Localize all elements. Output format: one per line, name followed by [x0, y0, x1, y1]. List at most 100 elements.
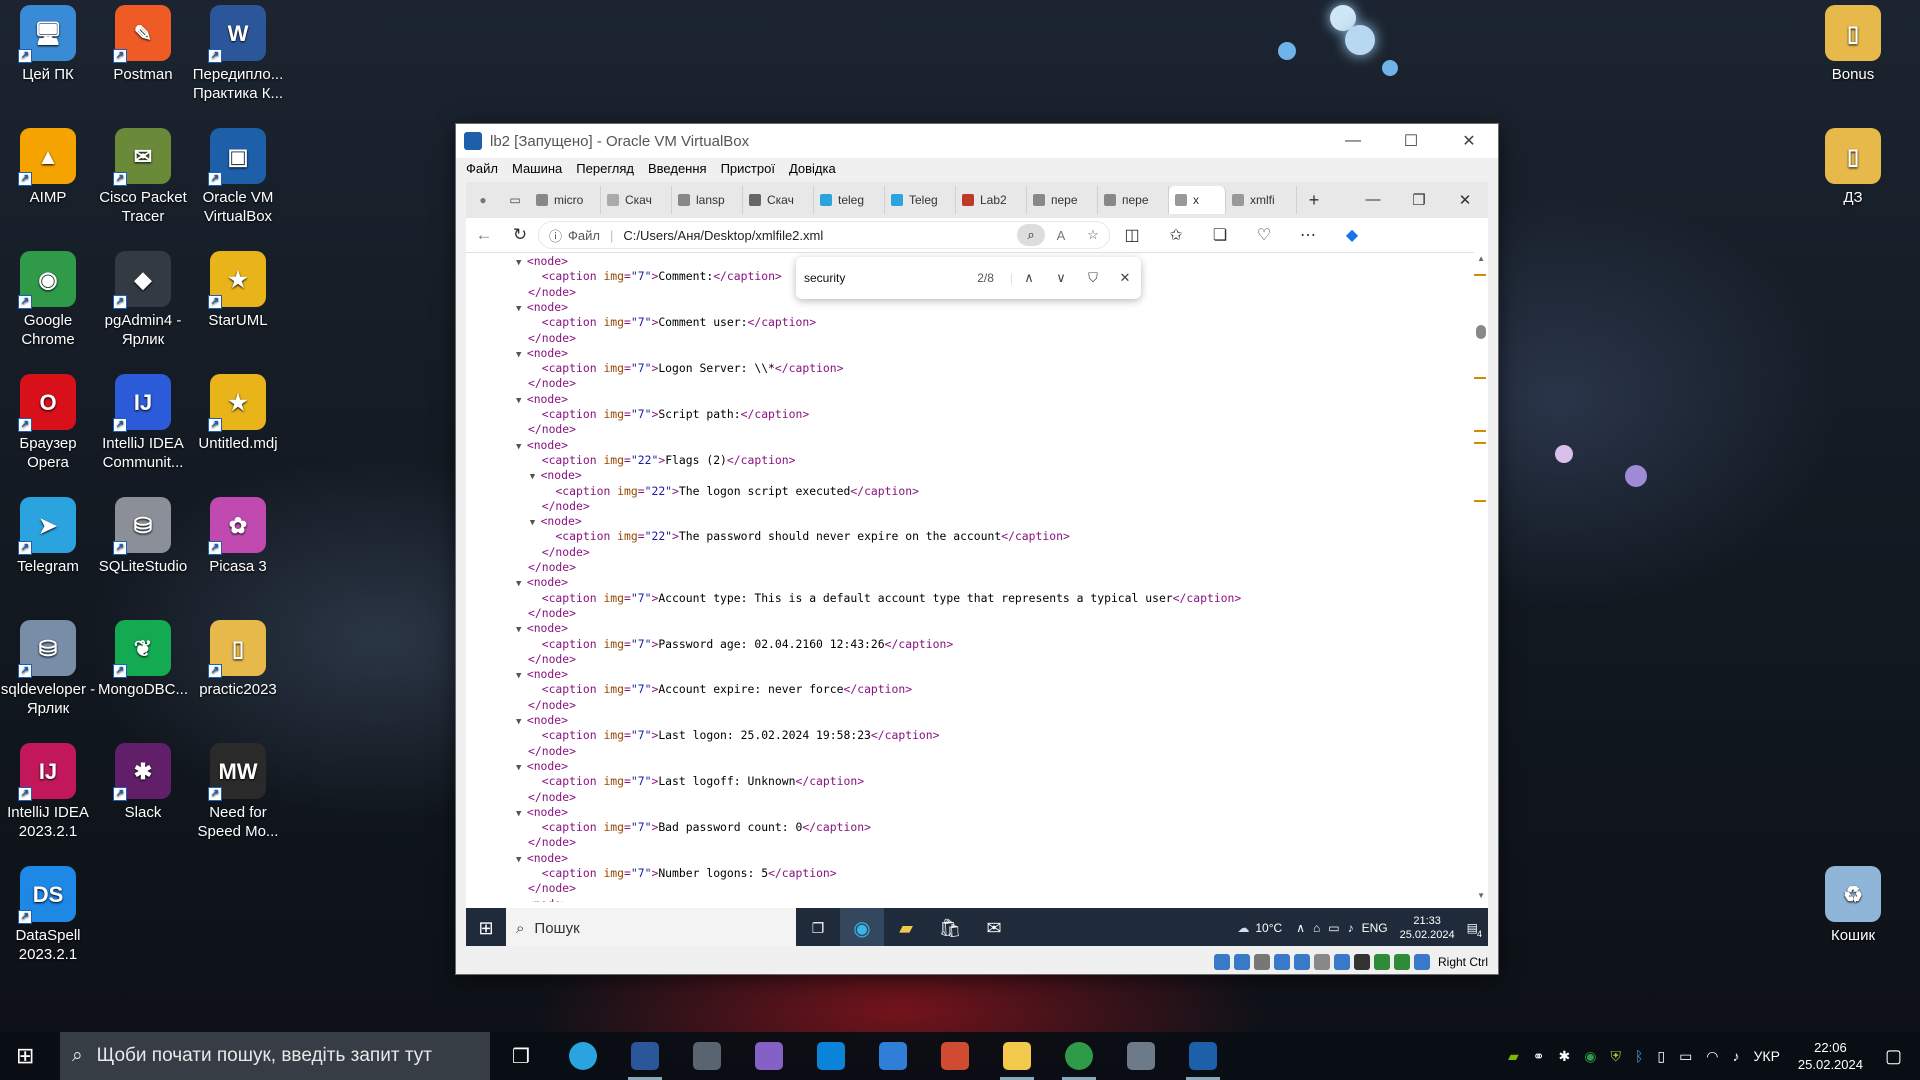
vm-titlebar[interactable]: lb2 [Запущено] - Oracle VM VirtualBox — … — [456, 124, 1498, 158]
refresh-button[interactable]: ↻ — [502, 225, 538, 245]
collapse-toggle-icon[interactable]: ▼ — [516, 763, 527, 773]
desktop-icon[interactable]: IJ ↗ IntelliJ IDEA Communit... — [95, 374, 191, 472]
taskbar-visual-studio-icon[interactable] — [738, 1032, 800, 1080]
collapse-toggle-icon[interactable]: ▼ — [530, 472, 541, 482]
host-volume-icon[interactable]: ♪ — [1733, 1048, 1740, 1064]
browser-tab[interactable]: teleg — [814, 186, 885, 214]
browser-restore-button[interactable]: ❐ — [1396, 191, 1442, 209]
browser-minimize-button[interactable]: — — [1350, 191, 1396, 209]
guest-clock[interactable]: 21:33 25.02.2024 — [1400, 914, 1455, 942]
collapse-toggle-icon[interactable]: ▼ — [516, 258, 527, 268]
taskbar-virtualbox-icon[interactable] — [1110, 1032, 1172, 1080]
find-input[interactable]: security — [796, 271, 977, 285]
browser-tab[interactable]: Teleg — [885, 186, 956, 214]
favorite-star-icon[interactable]: ☆ — [1077, 227, 1109, 243]
desktop-icon[interactable]: ✎ ↗ Postman — [95, 5, 191, 84]
browser-tab[interactable]: пере — [1027, 186, 1098, 214]
taskbar-explorer-icon[interactable] — [986, 1032, 1048, 1080]
desktop-icon[interactable]: ▲ ↗ AIMP — [0, 128, 96, 207]
browser-tab[interactable]: xmlfi — [1226, 186, 1297, 214]
desktop-icon[interactable]: ❦ ↗ MongoDBC... — [95, 620, 191, 699]
desktop-icon[interactable]: MW ↗ Need for Speed Mo... — [190, 743, 286, 841]
scroll-down-arrow[interactable]: ▼ — [1477, 891, 1485, 900]
collapse-toggle-icon[interactable]: ▼ — [516, 901, 527, 902]
guest-edge-icon[interactable]: ◉ — [840, 908, 884, 946]
vm-menu-item[interactable]: Довідка — [789, 161, 836, 176]
tab-active[interactable]: x — [1169, 186, 1226, 214]
vm-menu-item[interactable]: Машина — [512, 161, 562, 176]
desktop-icon[interactable]: ♻ Кошик — [1805, 866, 1901, 945]
tab-actions-icon[interactable]: ▭ — [500, 193, 530, 207]
host-clock[interactable]: 22:06 25.02.2024 — [1798, 1039, 1863, 1073]
maximize-button[interactable]: ☐ — [1382, 124, 1440, 158]
desktop-icon[interactable]: ⛁ ↗ SQLiteStudio — [95, 497, 191, 576]
collapse-toggle-icon[interactable]: ▼ — [516, 350, 527, 360]
vm-hdd-icon[interactable] — [1213, 954, 1230, 970]
close-button[interactable]: ✕ — [1440, 124, 1498, 158]
find-in-page-icon[interactable]: ⌕ — [1017, 224, 1045, 246]
guest-taskview-icon[interactable]: ❐ — [796, 920, 840, 937]
guest-mail-icon[interactable]: ✉ — [972, 918, 1016, 939]
vm-optical-icon[interactable] — [1233, 954, 1250, 970]
scroll-up-arrow[interactable]: ▲ — [1477, 254, 1485, 263]
guest-screen[interactable]: ● ▭ micro Скач lansp Скач teleg Teleg Lab2 пере… — [466, 182, 1488, 946]
start-button[interactable]: ⊞ — [16, 1043, 34, 1069]
scroll-thumb[interactable] — [1476, 325, 1486, 339]
collapse-toggle-icon[interactable]: ▼ — [516, 579, 527, 589]
new-tab-button[interactable]: + — [1297, 190, 1331, 211]
desktop-icon[interactable]: ⛁ ↗ sqldeveloper - Ярлик — [0, 620, 96, 718]
guest-lang[interactable]: ENG — [1362, 921, 1388, 935]
tray-shield-icon[interactable]: ⛨ — [1610, 1048, 1621, 1065]
guest-explorer-icon[interactable]: ▰ — [884, 918, 928, 939]
copilot-icon[interactable]: ◆ — [1330, 225, 1374, 245]
vm-menu-item[interactable]: Введення — [648, 161, 707, 176]
vm-menu-item[interactable]: Пристрої — [721, 161, 775, 176]
wifi-icon[interactable]: ◠ — [1706, 1048, 1718, 1065]
guest-store-icon[interactable]: 🛍 — [928, 918, 972, 939]
address-bar[interactable]: ⓘ Файл | C:/Users/Аня/Desktop/xmlfile2.x… — [538, 221, 1110, 249]
vm-guest-additions-icon[interactable] — [1393, 954, 1410, 970]
weather-temp[interactable]: 10°C — [1255, 921, 1282, 935]
desktop-icon[interactable]: DS ↗ DataSpell 2023.2.1 — [0, 866, 96, 964]
find-next-button[interactable]: ∨ — [1045, 270, 1077, 286]
more-menu-icon[interactable]: ⋯ — [1286, 225, 1330, 245]
find-close-button[interactable]: ✕ — [1109, 270, 1141, 286]
collections-icon[interactable]: ❏ — [1198, 225, 1242, 245]
browser-tab[interactable]: Скач — [601, 186, 672, 214]
desktop-icon[interactable]: W ↗ Передипло... Практика К... — [190, 5, 286, 103]
taskbar-office-icon[interactable] — [924, 1032, 986, 1080]
minimize-button[interactable]: — — [1324, 124, 1382, 158]
desktop-icon[interactable]: O ↗ Браузер Opera — [0, 374, 96, 472]
taskbar-azure-icon[interactable] — [862, 1032, 924, 1080]
desktop-icon[interactable]: ✉ ↗ Cisco Packet Tracer — [95, 128, 191, 226]
vm-cpu-icon[interactable] — [1373, 954, 1390, 970]
collapse-toggle-icon[interactable]: ▼ — [516, 809, 527, 819]
guest-search-box[interactable]: ⌕ Пошук — [506, 908, 796, 946]
taskbar-telegram-icon[interactable] — [552, 1032, 614, 1080]
collapse-toggle-icon[interactable]: ▼ — [516, 717, 527, 727]
guest-start-button[interactable]: ⊞ — [466, 918, 506, 939]
desktop-icon[interactable]: ✿ ↗ Picasa 3 — [190, 497, 286, 576]
notification-icon[interactable]: ▤ 4 — [1467, 921, 1482, 939]
tray-chrome-icon[interactable]: ◉ — [1584, 1048, 1596, 1065]
vm-menu-item[interactable]: Перегляд — [576, 161, 634, 176]
volume-icon[interactable]: ♪ — [1348, 921, 1354, 935]
read-aloud-icon[interactable]: A — [1045, 228, 1077, 243]
tray-link-icon[interactable]: ⚭ — [1533, 1048, 1545, 1065]
tray-app-icon[interactable]: ✱ — [1558, 1048, 1570, 1065]
browser-tab[interactable]: micro — [530, 186, 601, 214]
taskbar-app-icon[interactable] — [676, 1032, 738, 1080]
usb-icon[interactable]: ▯ — [1657, 1048, 1665, 1065]
browser-tab[interactable]: Lab2 — [956, 186, 1027, 214]
vm-shared-folder-icon[interactable] — [1313, 954, 1330, 970]
network-icon[interactable]: ▭ — [1328, 921, 1339, 935]
collapse-toggle-icon[interactable]: ▼ — [516, 855, 527, 865]
bluetooth-icon[interactable]: ᛒ — [1635, 1048, 1643, 1064]
desktop-icon[interactable]: ★ ↗ StarUML — [190, 251, 286, 330]
collapse-toggle-icon[interactable]: ▼ — [516, 442, 527, 452]
taskbar-vm-icon[interactable] — [1172, 1032, 1234, 1080]
taskbar-vscode-icon[interactable] — [800, 1032, 862, 1080]
desktop-icon[interactable]: ◆ ↗ pgAdmin4 - Ярлик — [95, 251, 191, 349]
taskview-icon[interactable]: ❐ — [490, 1032, 552, 1080]
split-screen-icon[interactable]: ◫ — [1110, 225, 1154, 245]
